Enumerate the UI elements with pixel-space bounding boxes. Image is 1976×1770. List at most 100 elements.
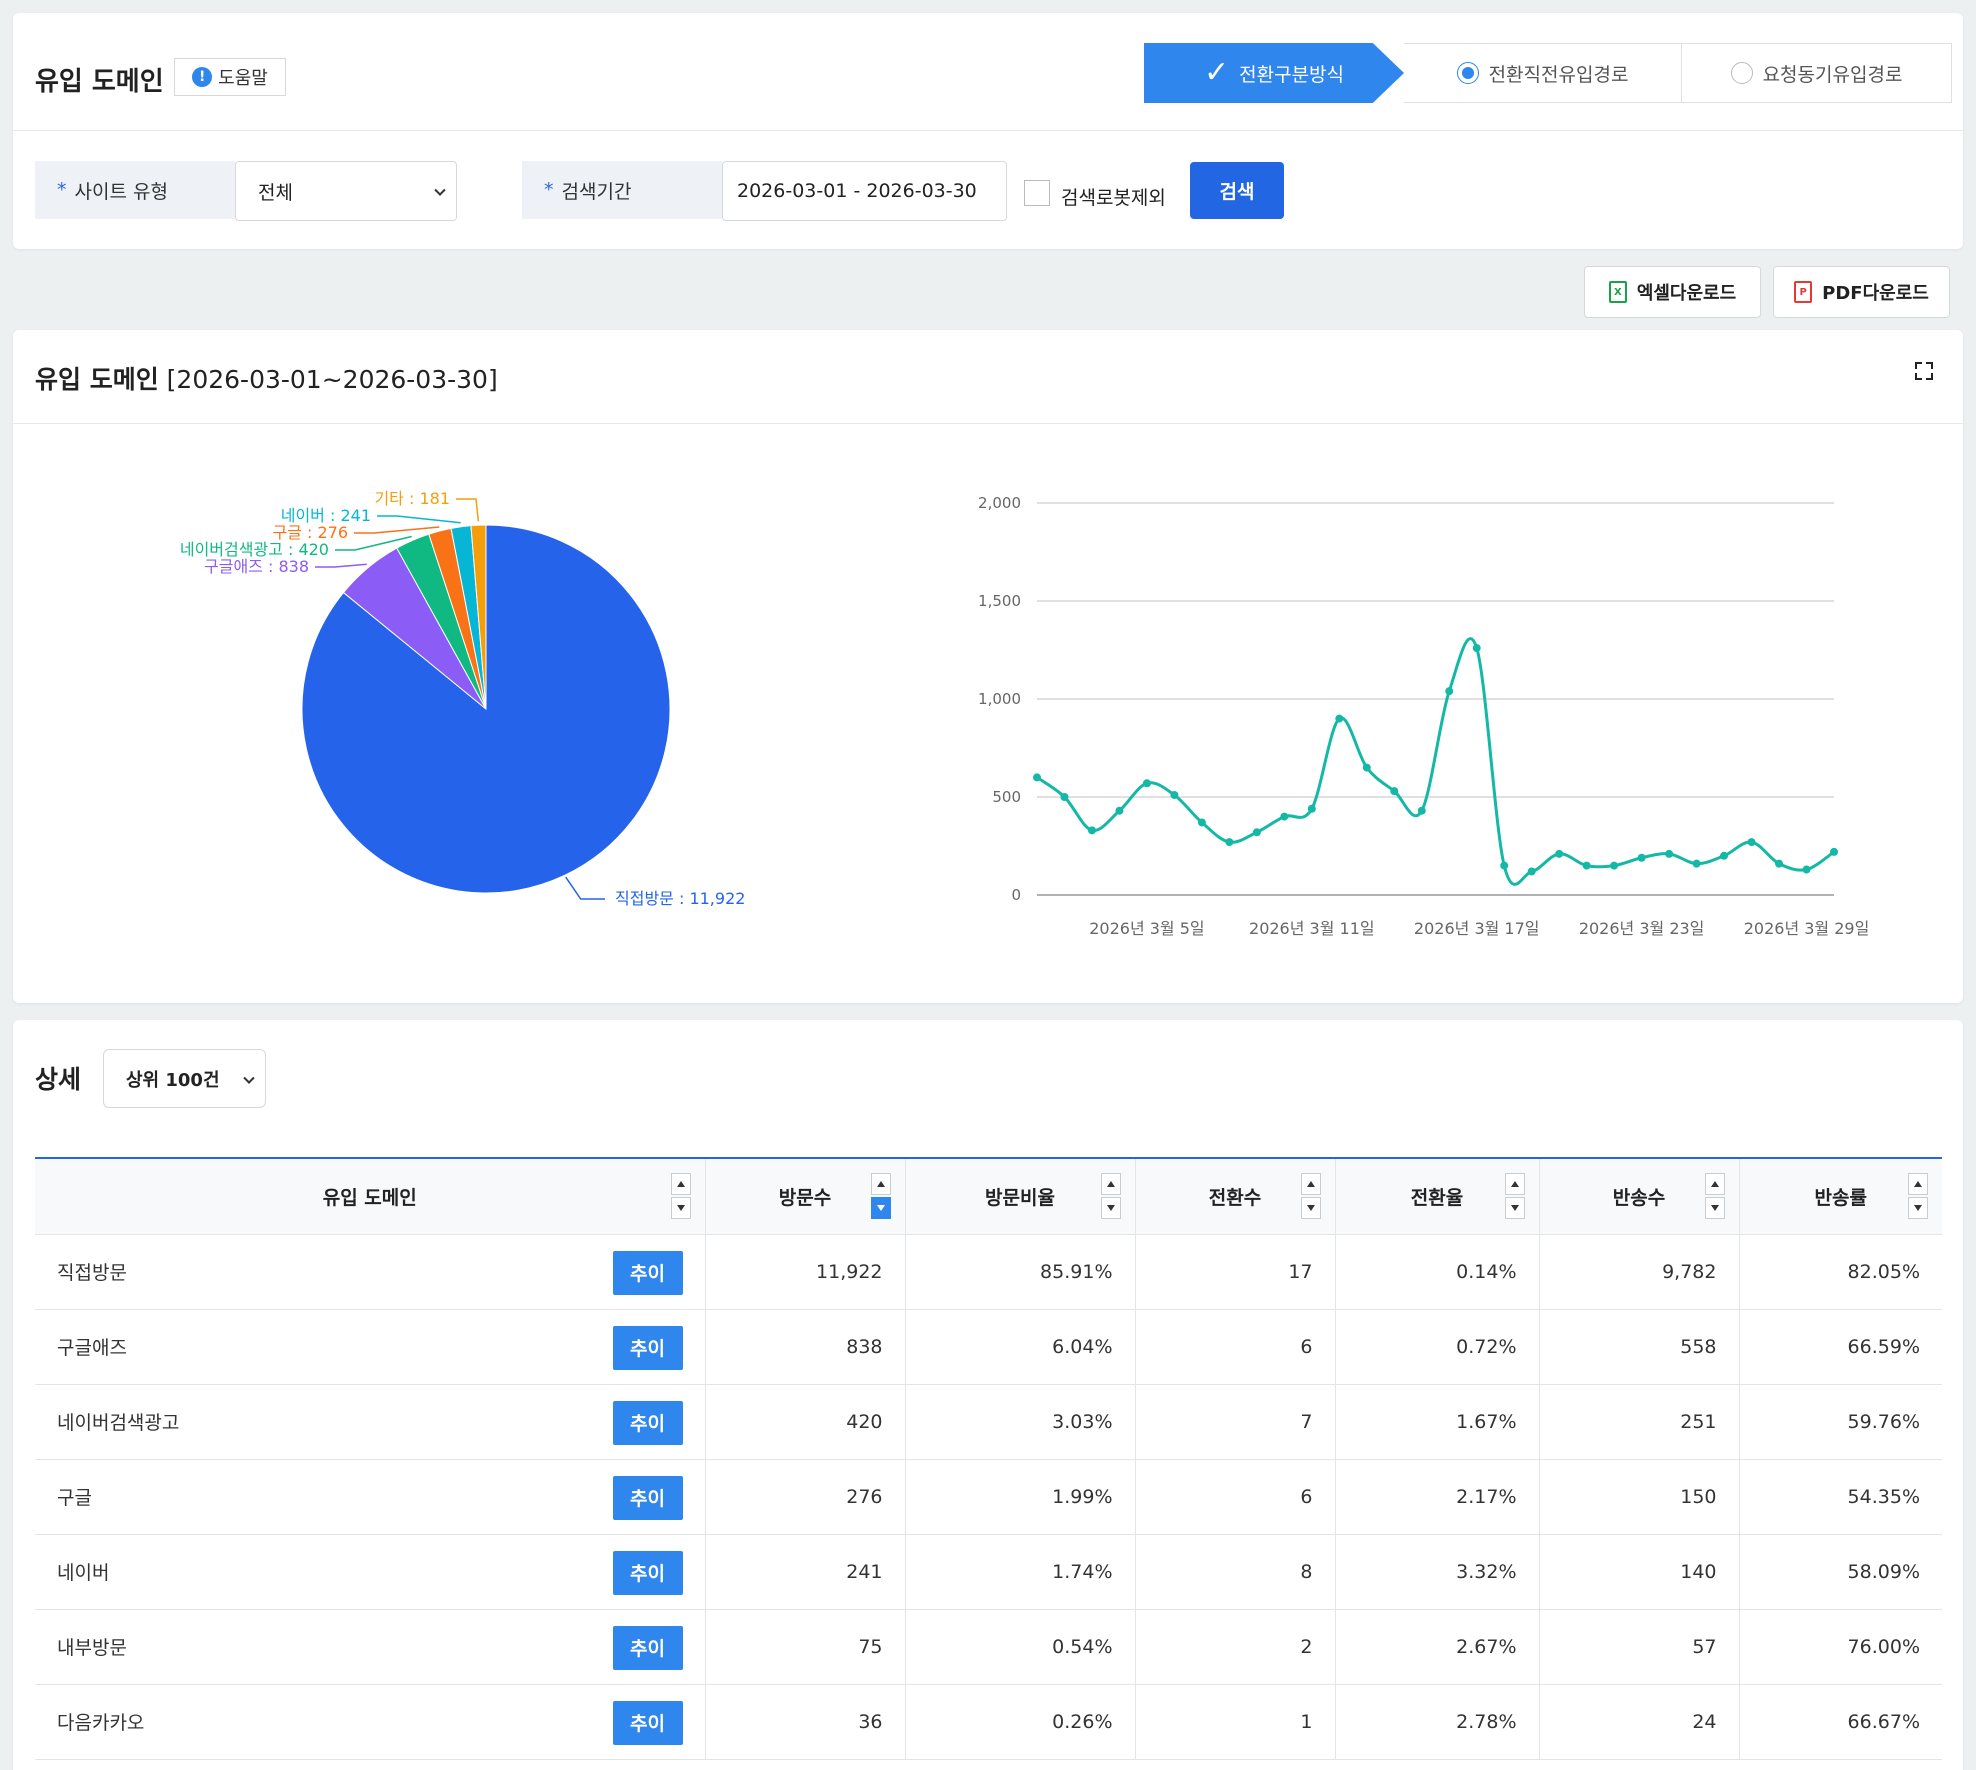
sort-desc-icon[interactable] (1504, 1197, 1525, 1220)
domain-name: 내부방문 (57, 1637, 127, 1659)
sort-asc-icon[interactable] (1908, 1173, 1928, 1196)
data-point[interactable] (1610, 861, 1619, 870)
mode-radio-last-touch[interactable]: 전환직전유입경로 (1404, 43, 1682, 103)
data-point[interactable] (1142, 779, 1151, 788)
sort-control[interactable] (1100, 1173, 1121, 1220)
trend-button[interactable]: 추이 (612, 1250, 683, 1295)
sort-asc-icon[interactable] (870, 1173, 891, 1196)
column-header[interactable]: 반송률 (1739, 1158, 1942, 1235)
sort-desc-icon[interactable] (1908, 1197, 1928, 1220)
domain-cell: 네이버 추이 (35, 1534, 706, 1610)
column-header[interactable]: 전환율 (1335, 1158, 1540, 1235)
table-cell: 11,922 (705, 1234, 906, 1310)
trend-button[interactable]: 추이 (612, 1475, 683, 1520)
table-cell: 85.91% (905, 1234, 1136, 1310)
sort-asc-icon[interactable] (1504, 1173, 1525, 1196)
column-header[interactable]: 방문수 (705, 1158, 906, 1235)
table-body: 직접방문 추이 11,922 85.91% 17 0.14% 9,782 82.05% 구글애즈… (35, 1234, 1942, 1760)
data-point[interactable] (1087, 826, 1096, 835)
exclude-bot-checkbox[interactable] (1024, 180, 1050, 206)
help-button[interactable]: ! 도움말 (174, 58, 286, 96)
data-point[interactable] (1500, 861, 1509, 870)
data-point[interactable] (1417, 806, 1426, 815)
sort-control[interactable] (1908, 1173, 1928, 1220)
data-point[interactable] (1802, 865, 1811, 874)
trend-button[interactable]: 추이 (612, 1550, 683, 1595)
sort-desc-icon[interactable] (1704, 1197, 1725, 1220)
pie-leader-line (565, 876, 605, 900)
radio-unselected-icon[interactable] (1730, 62, 1753, 84)
data-point[interactable] (1335, 714, 1344, 723)
data-point[interactable] (1170, 791, 1179, 800)
data-point[interactable] (1390, 787, 1399, 796)
data-point[interactable] (1115, 806, 1124, 815)
table-cell: 1.99% (905, 1459, 1136, 1535)
sort-asc-icon[interactable] (1100, 1173, 1121, 1196)
data-point[interactable] (1527, 867, 1536, 876)
sort-control[interactable] (1300, 1173, 1321, 1220)
data-point[interactable] (1197, 818, 1206, 827)
excel-download-button[interactable]: X 엑셀다운로드 (1584, 266, 1761, 318)
data-point[interactable] (1060, 793, 1069, 801)
required-mark: * (544, 179, 554, 201)
sort-desc-icon[interactable] (1300, 1197, 1321, 1220)
column-header[interactable]: 전환수 (1135, 1158, 1336, 1235)
column-header[interactable]: 반송수 (1539, 1158, 1740, 1235)
data-point[interactable] (1362, 763, 1371, 772)
trend-button[interactable]: 추이 (612, 1400, 683, 1445)
trend-button[interactable]: 추이 (612, 1700, 683, 1745)
sort-asc-icon[interactable] (1704, 1173, 1725, 1196)
data-point[interactable] (1472, 644, 1481, 653)
data-point[interactable] (1582, 861, 1591, 870)
data-point[interactable] (1252, 828, 1261, 837)
domain-cell: 다음카카오 추이 (35, 1684, 706, 1760)
sort-asc-icon[interactable] (670, 1173, 691, 1196)
pie-label: 구글 : 276 (272, 523, 348, 542)
trend-button[interactable]: 추이 (612, 1325, 683, 1370)
info-icon: ! (192, 67, 213, 87)
trend-button[interactable]: 추이 (612, 1625, 683, 1670)
data-point[interactable] (1555, 849, 1564, 858)
sort-desc-icon[interactable] (670, 1197, 691, 1220)
data-point[interactable] (1692, 859, 1701, 868)
column-header-label: 전환율 (1410, 1186, 1464, 1209)
site-type-select[interactable]: 전체 (235, 161, 457, 221)
radio-selected-icon[interactable] (1456, 62, 1479, 84)
pdf-download-button[interactable]: P PDF다운로드 (1773, 266, 1950, 318)
table-cell: 2.78% (1335, 1684, 1540, 1760)
fullscreen-icon[interactable] (1915, 362, 1933, 380)
table-row: 직접방문 추이 11,922 85.91% 17 0.14% 9,782 82.05% (35, 1234, 1942, 1310)
date-range-input[interactable]: 2026-03-01 - 2026-03-30 (722, 161, 1007, 221)
sort-asc-icon[interactable] (1300, 1173, 1321, 1196)
data-point[interactable] (1720, 851, 1729, 860)
pdf-file-icon: P (1794, 281, 1813, 303)
sort-control[interactable] (1704, 1173, 1725, 1220)
table-cell: 54.35% (1739, 1459, 1942, 1535)
column-header[interactable]: 방문비율 (905, 1158, 1136, 1235)
mode-tab-conversion-type[interactable]: ✓ 전환구분방식 (1144, 43, 1404, 103)
table-row: 내부방문 추이 75 0.54% 2 2.67% 57 76.00% (35, 1609, 1942, 1685)
column-header[interactable]: 유입 도메인 (35, 1158, 706, 1235)
sort-control[interactable] (1504, 1173, 1525, 1220)
data-point[interactable] (1775, 859, 1784, 868)
data-point[interactable] (1280, 812, 1289, 821)
data-point[interactable] (1747, 838, 1756, 847)
data-point[interactable] (1637, 853, 1646, 862)
data-point[interactable] (1225, 838, 1234, 847)
data-point[interactable] (1665, 849, 1674, 858)
mode-radio-request-motive[interactable]: 요청동기유입경로 (1682, 43, 1952, 103)
chart-title-text: 유입 도메인 (35, 365, 159, 394)
line-chart: 0 500 1,000 1,500 2,000 2026년 3월 5일 2026년 3월 1… (978, 494, 1869, 938)
sort-desc-icon[interactable] (870, 1197, 891, 1220)
sort-control[interactable] (670, 1173, 691, 1220)
data-point[interactable] (1307, 804, 1316, 813)
table-cell: 8 (1135, 1534, 1336, 1610)
data-point[interactable] (1830, 847, 1838, 856)
row-limit-select[interactable]: 상위 100건 (103, 1049, 266, 1108)
sort-control[interactable] (870, 1173, 891, 1220)
search-button[interactable]: 검색 (1190, 162, 1284, 219)
data-point[interactable] (1445, 687, 1454, 696)
period-label-text: 검색기간 (561, 180, 632, 203)
data-point[interactable] (1033, 773, 1041, 782)
sort-desc-icon[interactable] (1100, 1197, 1121, 1220)
